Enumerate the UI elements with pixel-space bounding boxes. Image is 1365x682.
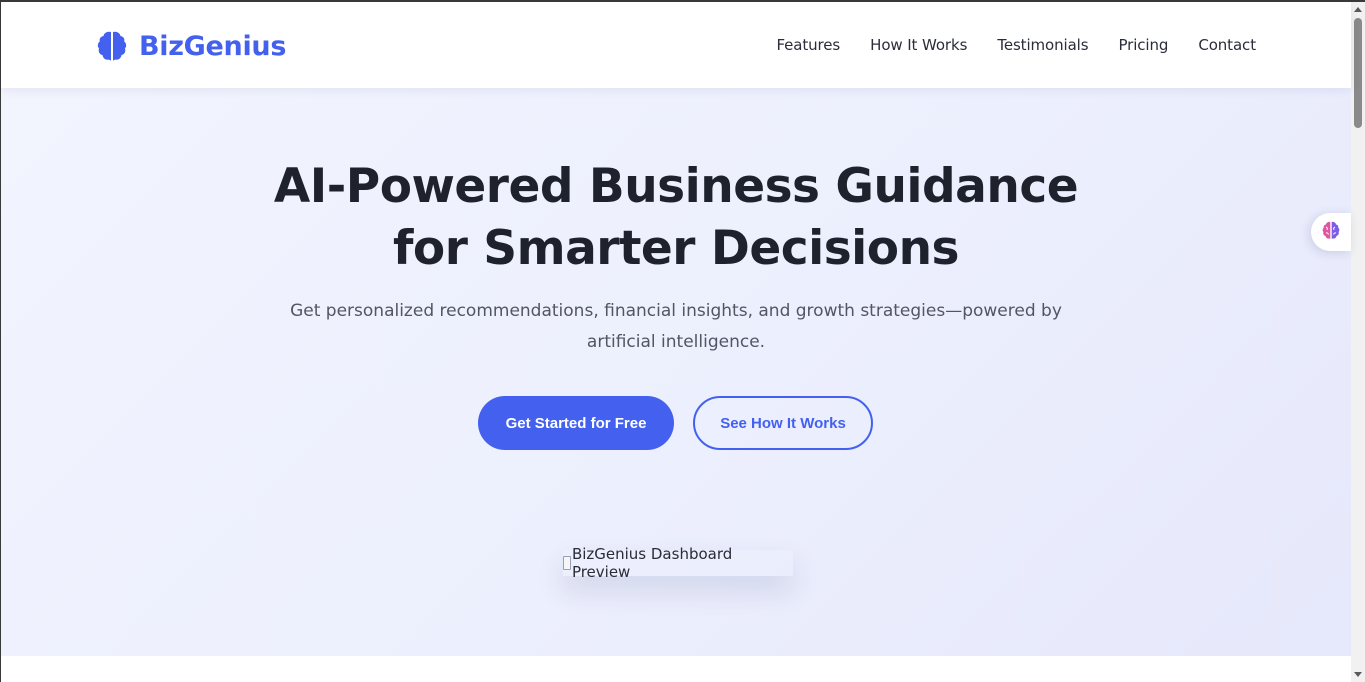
dashboard-preview-alt-text: BizGenius Dashboard Preview bbox=[571, 545, 733, 581]
site-header: BizGenius Features How It Works Testimon… bbox=[1, 2, 1351, 88]
brand-name: BizGenius bbox=[139, 30, 287, 62]
dashboard-preview-image: BizGenius Dashboard Preview bbox=[563, 545, 793, 581]
assistant-widget-button[interactable] bbox=[1311, 213, 1351, 251]
nav-link-contact[interactable]: Contact bbox=[1198, 36, 1256, 54]
vertical-scrollbar[interactable] bbox=[1351, 2, 1365, 682]
scrollbar-thumb[interactable] bbox=[1354, 18, 1362, 128]
get-started-button[interactable]: Get Started for Free bbox=[478, 396, 674, 450]
see-how-it-works-button[interactable]: See How It Works bbox=[693, 396, 873, 450]
hero-title: AI-Powered Business Guidance for Smarter… bbox=[1, 156, 1351, 280]
hero-title-line-1: AI-Powered Business Guidance bbox=[273, 159, 1079, 214]
broken-image-icon bbox=[563, 556, 571, 570]
scroll-down-arrow-icon[interactable] bbox=[1354, 672, 1362, 677]
main-nav: Features How It Works Testimonials Prici… bbox=[746, 36, 1256, 54]
brain-icon bbox=[1321, 220, 1341, 244]
brain-icon bbox=[95, 29, 129, 63]
hero-subtitle: Get personalized recommendations, financ… bbox=[290, 301, 1062, 352]
scroll-up-arrow-icon[interactable] bbox=[1354, 7, 1362, 12]
brand-logo[interactable]: BizGenius bbox=[95, 28, 286, 64]
nav-link-pricing[interactable]: Pricing bbox=[1118, 36, 1168, 54]
nav-link-how-it-works[interactable]: How It Works bbox=[870, 36, 967, 54]
nav-link-features[interactable]: Features bbox=[776, 36, 840, 54]
hero-section: AI-Powered Business Guidance for Smarter… bbox=[1, 88, 1351, 656]
nav-link-testimonials[interactable]: Testimonials bbox=[997, 36, 1088, 54]
hero-title-line-2: for Smarter Decisions bbox=[392, 221, 960, 276]
